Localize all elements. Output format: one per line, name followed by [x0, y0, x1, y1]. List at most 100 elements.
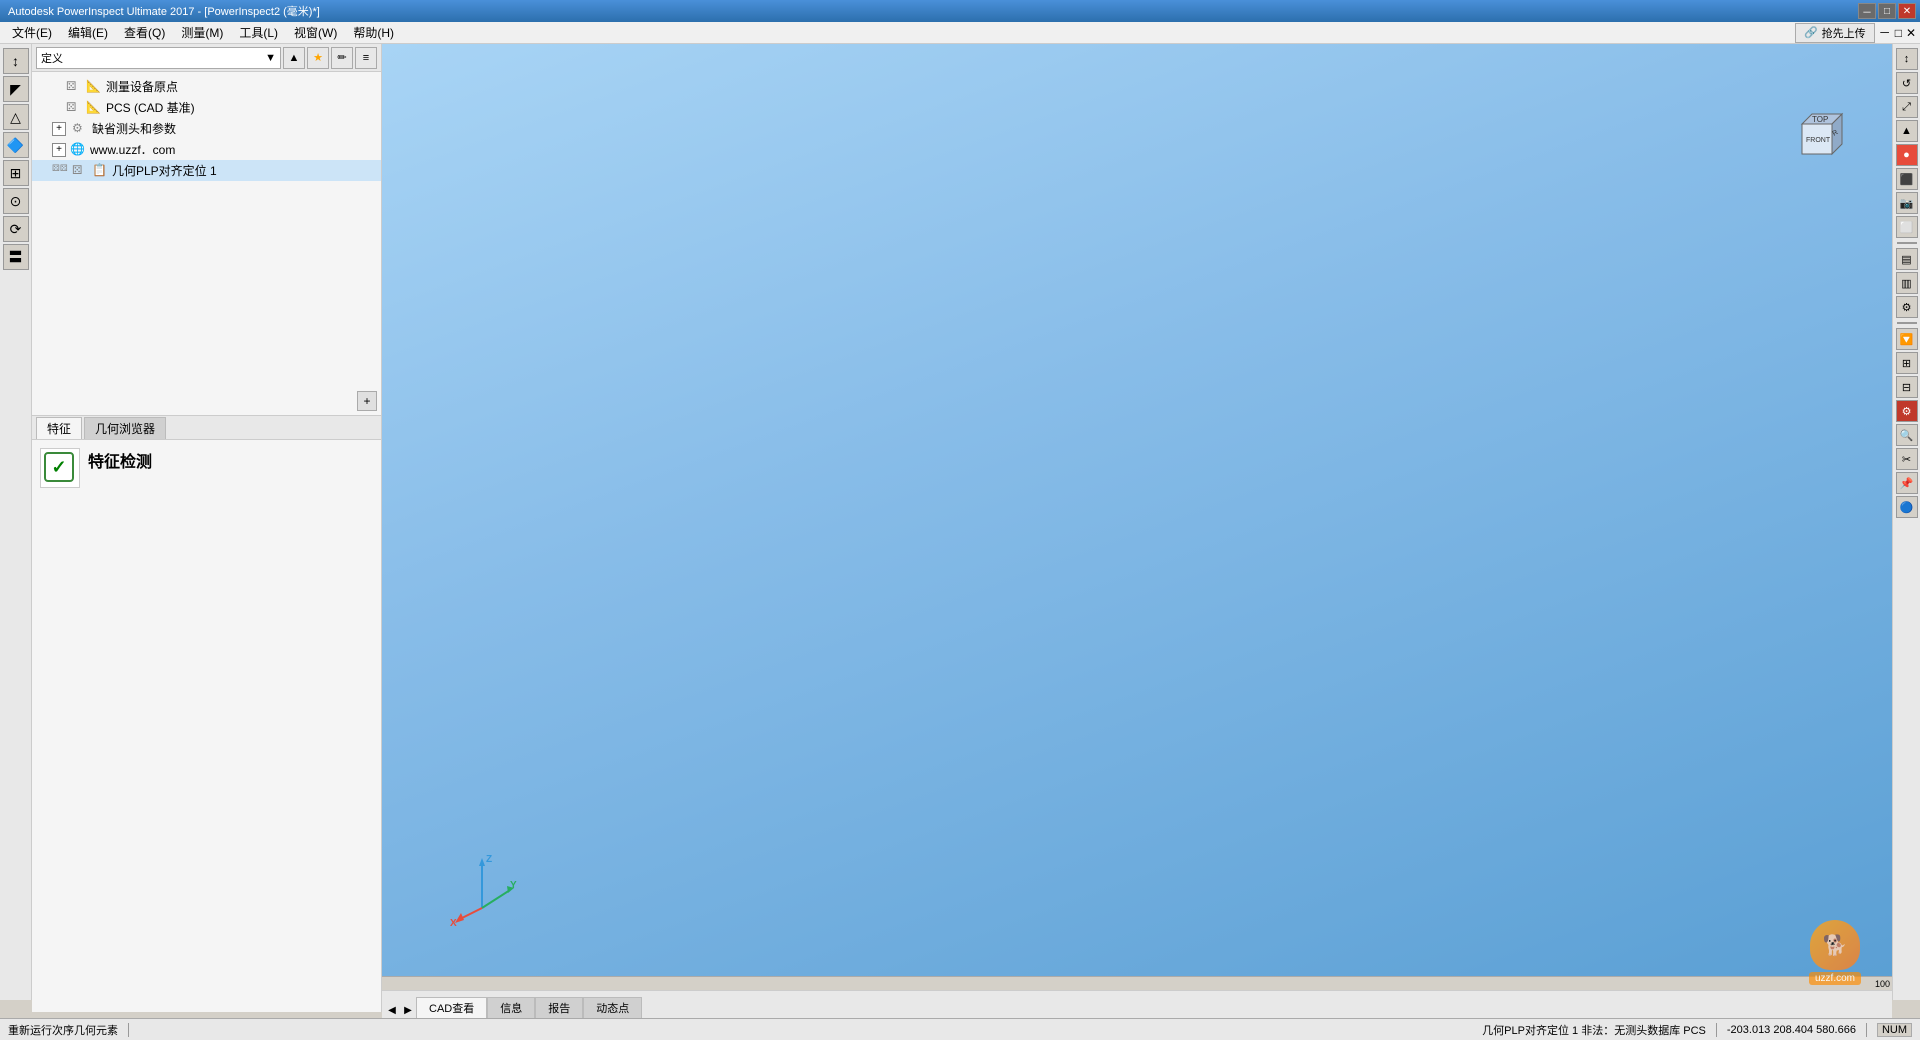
left-tool-4[interactable]: 🔷 [3, 132, 29, 158]
tree-item-1-icon2: 📐 [86, 79, 102, 95]
tree-item-2-icon2: 📐 [86, 100, 102, 116]
right-tool-15[interactable]: ⊟ [1896, 376, 1918, 398]
tree-item-3-expand[interactable]: + [52, 122, 66, 136]
feature-icon-box: ✓ [40, 448, 80, 488]
upload-label: 抢先上传 [1822, 25, 1866, 41]
menu-edit[interactable]: 编辑(E) [60, 22, 116, 43]
right-tool-20[interactable]: 🔵 [1896, 496, 1918, 518]
feature-title: 特征检测 [88, 448, 152, 472]
tree-filter-text: 定义 [41, 50, 63, 66]
right-tool-2[interactable]: ↺ [1896, 72, 1918, 94]
right-tool-18[interactable]: ✂ [1896, 448, 1918, 470]
left-tool-5[interactable]: ⊞ [3, 160, 29, 186]
left-tool-6[interactable]: ⊙ [3, 188, 29, 214]
feature-tabs: 特征 几何浏览器 [32, 416, 381, 440]
left-tool-2[interactable]: ◤ [3, 76, 29, 102]
tree-toolbar: 定义 ▼ ▲ ★ ✏ ≡ [32, 44, 381, 72]
tree-highlight-btn[interactable]: ★ [307, 47, 329, 69]
tree-filter-arrow: ▼ [265, 52, 276, 64]
tree-item-2[interactable]: ⚄ 📐 PCS (CAD 基准) [32, 97, 381, 118]
right-tool-rotate[interactable]: ↕ [1896, 48, 1918, 70]
window-title: Autodesk PowerInspect Ultimate 2017 - [P… [4, 3, 320, 19]
right-tool-19[interactable]: 📌 [1896, 472, 1918, 494]
tree-item-5[interactable]: ⚄⚄ ⚄ 📋 几何PLP对齐定位 1 [32, 160, 381, 181]
tree-expand-btn[interactable]: + [357, 391, 377, 411]
cube-nav[interactable]: TOP FRONT R [1792, 104, 1852, 164]
right-tool-17[interactable]: 🔍 [1896, 424, 1918, 446]
feature-checkmark-icon: ✓ [44, 452, 76, 484]
maximize-button[interactable]: □ [1878, 3, 1896, 19]
tree-item-1[interactable]: ⚄ 📐 测量设备原点 [32, 76, 381, 97]
left-tool-7[interactable]: ⟳ [3, 216, 29, 242]
mascot-label: uzzf.com [1809, 972, 1861, 985]
tree-item-1-icon: ⚄ [66, 79, 82, 95]
right-tool-9[interactable]: ▤ [1896, 248, 1918, 270]
right-tool-settings[interactable]: ⚙ [1896, 400, 1918, 422]
tab-report[interactable]: 报告 [535, 997, 583, 1018]
status-right-text: 几何PLP对齐定位 1 非法：无测头数据库 PCS [1482, 1022, 1706, 1038]
title-bar: Autodesk PowerInspect Ultimate 2017 - [P… [0, 0, 1920, 22]
tree-item-1-label: 测量设备原点 [106, 78, 178, 95]
svg-text:Z: Z [486, 854, 492, 865]
h-scrollbar[interactable]: 100 [382, 976, 1892, 990]
tab-nav-left[interactable]: ◀ [384, 1002, 400, 1018]
tree-item-4-label: www.uzzf．com [90, 141, 175, 158]
right-tool-7[interactable]: 📷 [1896, 192, 1918, 214]
right-tool-separator2 [1897, 322, 1917, 324]
svg-text:Y: Y [510, 880, 517, 891]
tab-cad-view[interactable]: CAD查看 [416, 997, 487, 1018]
tree-item-5-icon3: 📋 [92, 163, 108, 179]
menu-tools[interactable]: 工具(L) [231, 22, 286, 43]
menu-bar: 文件(E) 编辑(E) 查看(Q) 测量(M) 工具(L) 视窗(W) 帮助(H… [0, 22, 1920, 44]
right-tool-8[interactable]: ⬜ [1896, 216, 1918, 238]
minimize-button[interactable]: － [1858, 3, 1876, 19]
status-sep-2 [1716, 1023, 1717, 1037]
svg-text:TOP: TOP [1812, 115, 1828, 124]
menu-window[interactable]: 视窗(W) [286, 22, 345, 43]
menu-file[interactable]: 文件(E) [4, 22, 60, 43]
tab-features[interactable]: 特征 [36, 417, 82, 439]
right-tool-4[interactable]: ▲ [1896, 120, 1918, 142]
app-min-button[interactable]: － [1879, 24, 1891, 41]
right-tool-6[interactable]: ⬛ [1896, 168, 1918, 190]
tree-item-3[interactable]: + ⚙ 缺省测头和参数 [32, 118, 381, 139]
tree-item-2-label: PCS (CAD 基准) [106, 99, 195, 116]
bottom-tab-bar: ◀ ▶ CAD查看 信息 报告 动态点 [382, 990, 1892, 1018]
tree-up-btn[interactable]: ▲ [283, 47, 305, 69]
right-tool-11[interactable]: ⚙ [1896, 296, 1918, 318]
right-tool-10[interactable]: ▥ [1896, 272, 1918, 294]
app-restore-button[interactable]: □ [1895, 26, 1902, 40]
right-tool-3[interactable]: ⤢ [1896, 96, 1918, 118]
tree-item-4-icon: 🌐 [70, 142, 86, 158]
tab-dynamic-point[interactable]: 动态点 [583, 997, 642, 1018]
right-tool-14[interactable]: ⊞ [1896, 352, 1918, 374]
menu-help[interactable]: 帮助(H) [345, 22, 402, 43]
menu-measure[interactable]: 测量(M) [173, 22, 231, 43]
left-tool-3[interactable]: △ [3, 104, 29, 130]
close-button[interactable]: ✕ [1898, 3, 1916, 19]
status-sep-3 [1866, 1023, 1867, 1037]
status-left-text: 重新运行次序几何元素 [8, 1022, 118, 1038]
tree-edit-btn[interactable]: ✏ [331, 47, 353, 69]
tree-filter-dropdown[interactable]: 定义 ▼ [36, 47, 281, 69]
tree-item-4-expand[interactable]: + [52, 143, 66, 157]
status-coords: -203.013 208.404 580.666 [1727, 1024, 1856, 1036]
tab-geometry-browser[interactable]: 几何浏览器 [84, 417, 166, 439]
status-sep-1 [128, 1023, 129, 1037]
left-tool-1[interactable]: ↕ [3, 48, 29, 74]
right-tool-filter[interactable]: 🔽 [1896, 328, 1918, 350]
menu-view[interactable]: 查看(Q) [116, 22, 173, 43]
tab-nav-right[interactable]: ▶ [400, 1002, 416, 1018]
left-tool-8[interactable]: 〓 [3, 244, 29, 270]
mascot-area: 🐕 uzzf.com [1785, 905, 1885, 985]
right-tool-red[interactable]: ● [1896, 144, 1918, 166]
app-close-button[interactable]: ✕ [1906, 26, 1916, 40]
tree-item-4[interactable]: + 🌐 www.uzzf．com [32, 139, 381, 160]
tree-list-btn[interactable]: ≡ [355, 47, 377, 69]
feature-panel: 特征 几何浏览器 ✓ 特征检测 [32, 416, 382, 1012]
tree-content: ⚄ 📐 测量设备原点 ⚄ 📐 PCS (CAD 基准) + ⚙ 缺省测头和参数 … [32, 72, 381, 185]
tab-info[interactable]: 信息 [487, 997, 535, 1018]
main-viewport[interactable]: TOP FRONT R Z Y X [382, 44, 1892, 988]
status-numlock: NUM [1877, 1023, 1912, 1037]
upload-button[interactable]: 🔗 抢先上传 [1795, 23, 1875, 43]
